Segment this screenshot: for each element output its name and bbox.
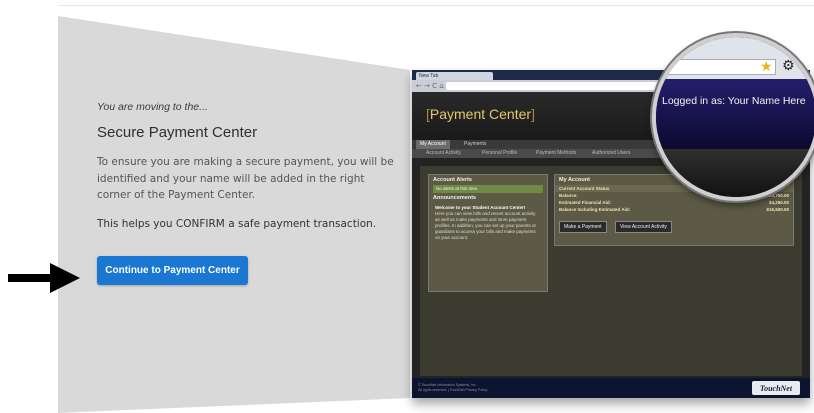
footer-line-2: All rights reserved. | TouchNet Privacy … <box>418 388 488 392</box>
alerts-title: Account Alerts <box>433 177 472 183</box>
announcements-text: Welcome to your Student Account Center! … <box>429 203 547 243</box>
magnified-browser-chrome: ★ ⚙ <box>656 37 814 79</box>
logged-in-label: Logged in as: Your Name Here <box>662 95 806 107</box>
arrow-right-icon <box>8 263 82 298</box>
account-actions: Make a Payment View Account Activity <box>555 213 793 233</box>
announcement-body: Here you can view bills and recent accou… <box>435 211 537 240</box>
tab-payments: Payments <box>464 141 487 147</box>
subnav-payment-methods: Payment Methods <box>536 150 577 156</box>
aid-row: Estimated Financial Aid: $4,250.00 <box>555 199 793 206</box>
net-balance-row: Balance Including Estimated Aid: $16,500.… <box>555 206 793 213</box>
subnav-personal-profile: Personal Profile <box>482 150 518 156</box>
footer-line-1: © TouchNet Information Systems, Inc. <box>418 383 477 387</box>
net-balance-label: Balance Including Estimated Aid: <box>559 207 631 212</box>
status-title: Current Account Status <box>559 186 610 191</box>
aid-value: $4,250.00 <box>768 200 789 205</box>
footer-text: © TouchNet Information Systems, Inc. All… <box>418 383 487 393</box>
star-icon: ★ <box>760 59 773 75</box>
magnified-url-field <box>662 59 776 75</box>
magnified-lower <box>656 149 814 197</box>
app-footer: © TouchNet Information Systems, Inc. All… <box>412 378 810 398</box>
browser-tab: New Tab <box>416 72 493 80</box>
magnified-header <box>656 79 814 149</box>
page-title: Secure Payment Center <box>97 124 258 141</box>
touchnet-logo: TouchNet <box>752 381 800 395</box>
announcement-heading: Welcome to your Student Account Center! <box>435 205 526 210</box>
alerts-card: Account Alerts No alerts at this time. A… <box>428 174 548 292</box>
alerts-message: No alerts at this time. <box>433 185 543 193</box>
gear-icon: ⚙ <box>782 58 795 74</box>
description-text: To ensure you are making a secure paymen… <box>97 156 394 201</box>
subnav-authorized-users: Authorized Users <box>592 150 631 156</box>
confirm-text: This helps you CONFIRM a safe payment tr… <box>97 218 377 230</box>
make-payment-button: Make a Payment <box>559 221 607 233</box>
subnav-account-activity: Account Activity <box>426 150 462 156</box>
net-balance-value: $16,500.00 <box>766 207 789 212</box>
balance-label: Balance: <box>559 193 578 198</box>
announcements-title: Announcements <box>433 195 477 201</box>
tab-my-account: My Account <box>416 140 450 149</box>
app-title-text: Payment Center <box>429 106 532 122</box>
aid-label: Estimated Financial Aid: <box>559 200 612 205</box>
intro-label: You are moving to the... <box>97 101 208 113</box>
view-account-activity-button: View Account Activity <box>614 221 672 233</box>
app-title: [Payment Center] <box>426 106 535 122</box>
continue-to-payment-center-button[interactable]: Continue to Payment Center <box>97 256 248 285</box>
magnifier-callout: ★ ⚙ Logged in as: Your Name Here <box>652 33 814 201</box>
